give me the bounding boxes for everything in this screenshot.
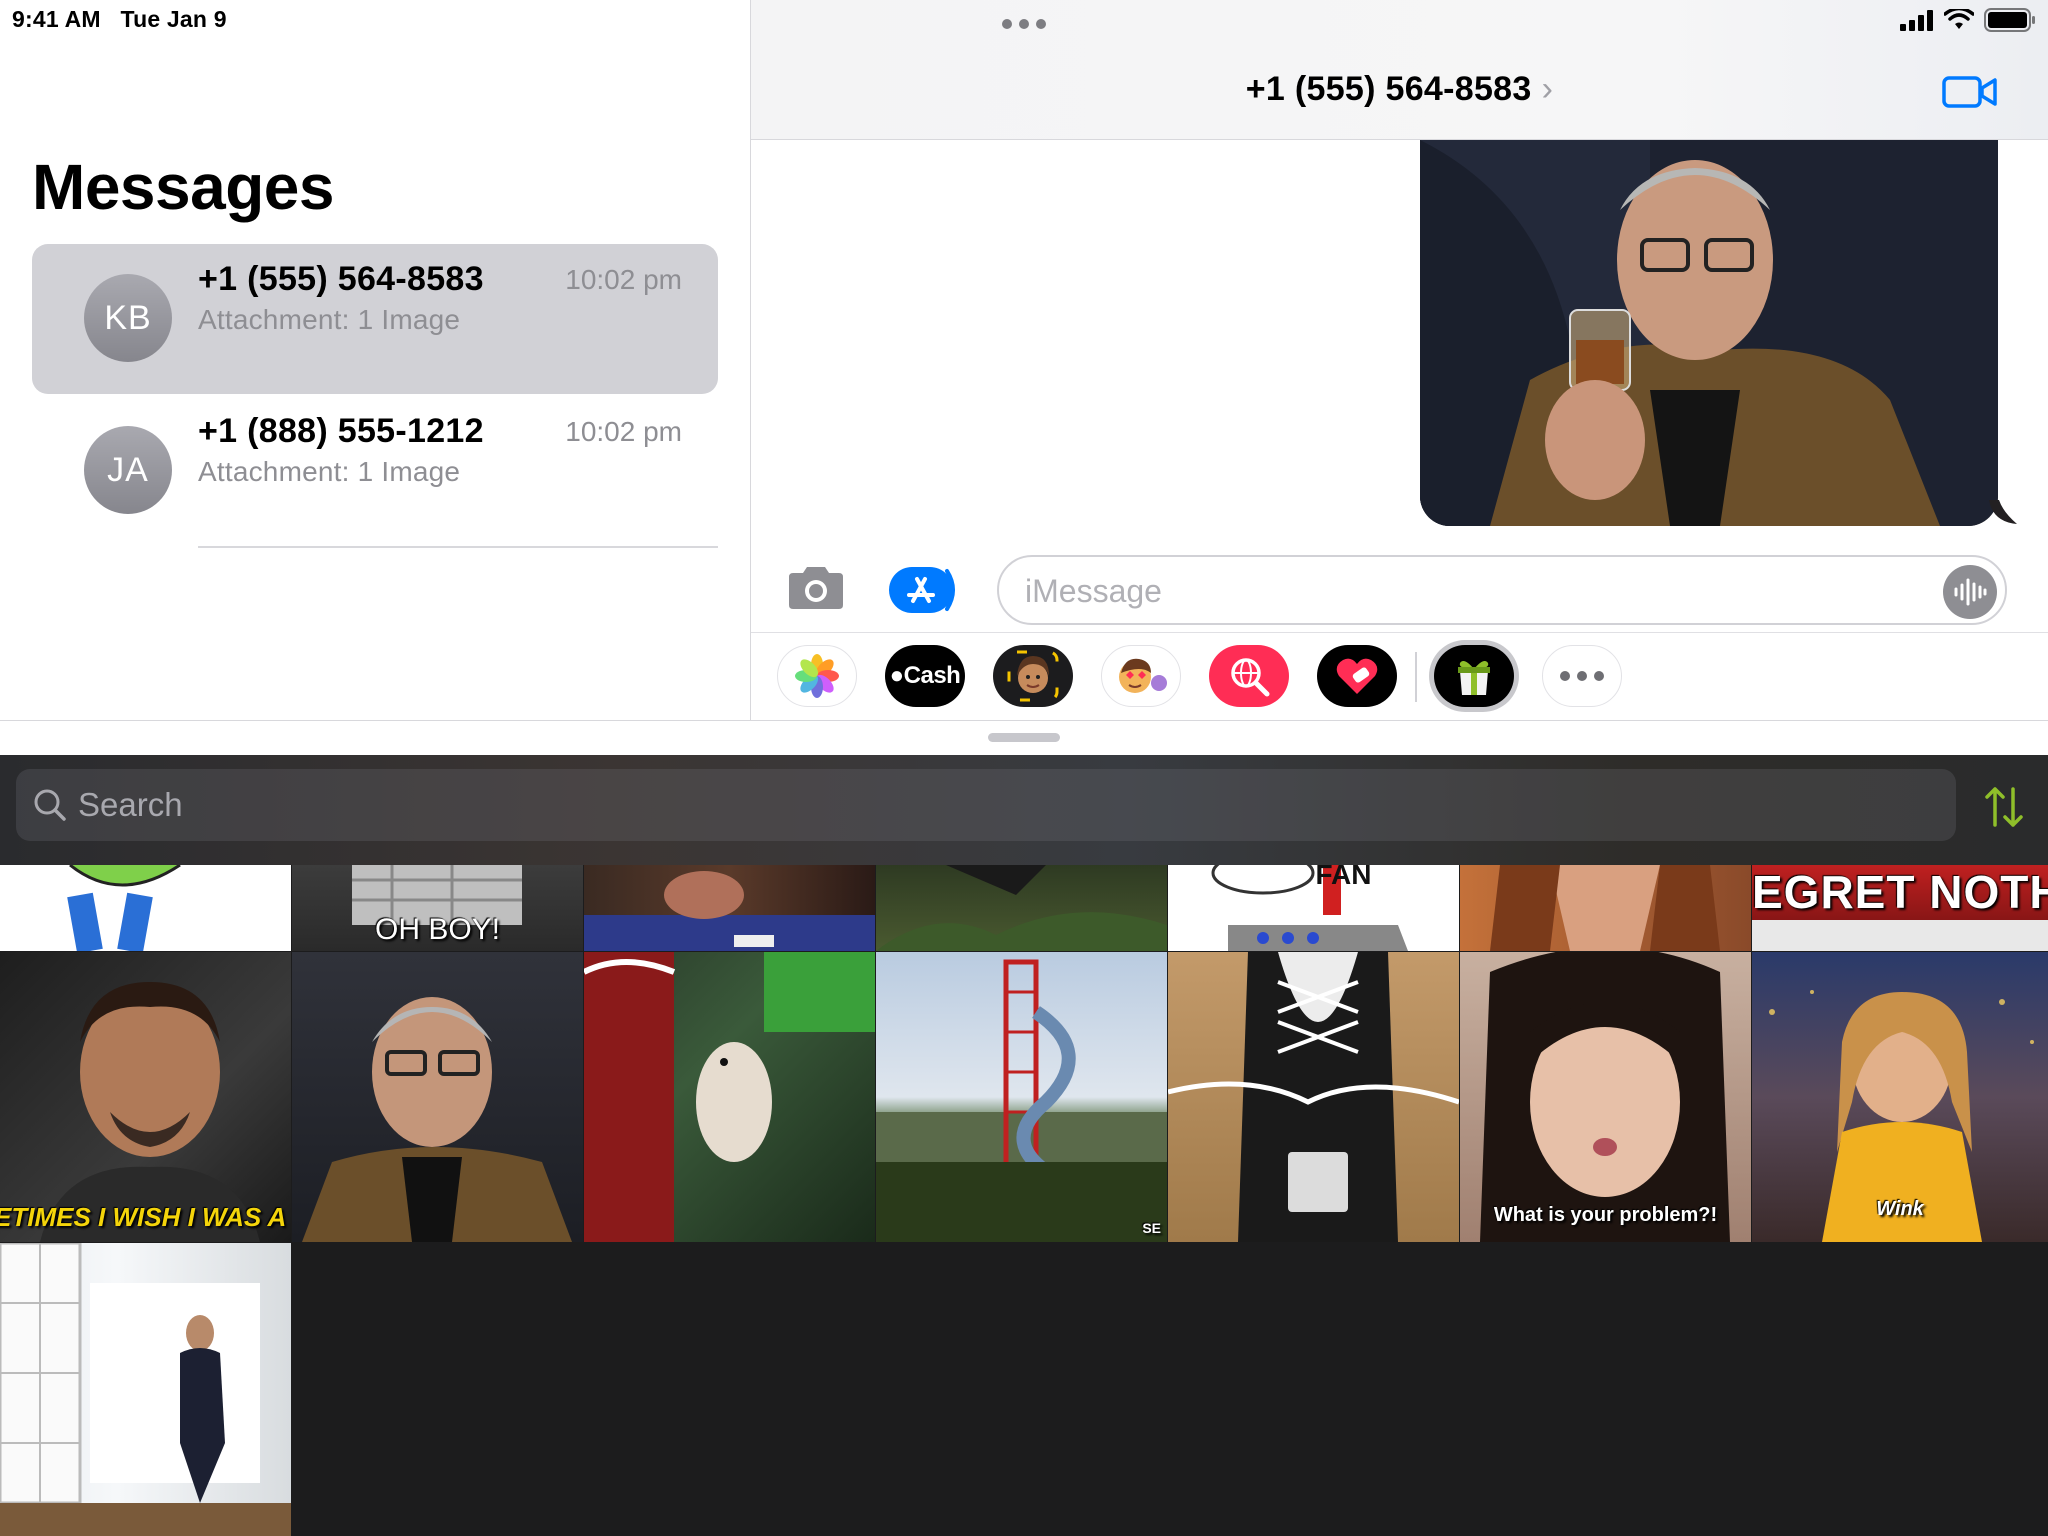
- gif-result-oh-boy[interactable]: OH BOY!: [292, 865, 583, 951]
- status-time: 9:41 AM Tue Jan 9: [12, 6, 227, 32]
- more-apps-icon[interactable]: [1542, 645, 1622, 707]
- gif-result-slide[interactable]: SE: [876, 952, 1167, 1242]
- gif-result-hamster[interactable]: [584, 952, 875, 1242]
- stickers-faces-icon: [1119, 658, 1167, 693]
- hands-image: [584, 871, 875, 951]
- list-divider: [198, 546, 718, 548]
- chevron-right-icon: ›: [1541, 70, 1554, 108]
- bubble-tail: [1989, 500, 2017, 524]
- contact-number: +1 (555) 564-8583: [1245, 70, 1532, 108]
- woman-bangs-image: [1480, 952, 1730, 1242]
- gif-caption: EGRET NOTH: [1752, 866, 2048, 918]
- gif-search-bar: [0, 755, 2048, 865]
- gif-result-shoelace[interactable]: [1168, 952, 1459, 1242]
- gif-drawer: OH BOY! FAN EGRET NOTH: [0, 755, 2048, 1536]
- divider: [1415, 652, 1417, 702]
- gif-result-problem[interactable]: What is your problem?!: [1460, 952, 1751, 1242]
- memoji-face-icon: [1007, 650, 1059, 702]
- app-store-button[interactable]: [889, 565, 961, 615]
- waveform-icon: [1954, 578, 1987, 606]
- gif-result-woman[interactable]: [1460, 865, 1751, 951]
- battery-icon: [1984, 8, 2035, 32]
- cartoon-figure-image: [67, 865, 181, 951]
- ellipsis-icon: [1560, 671, 1604, 681]
- conversation-preview: Attachment: 1 Image: [198, 304, 461, 335]
- multitasking-dots-icon[interactable]: [1001, 18, 1047, 30]
- conversation-pane: +1 (555) 564-8583 › iMessage ●Cash: [751, 0, 2048, 720]
- conversation-preview: Attachment: 1 Image: [198, 456, 461, 487]
- gif-caption: What is your problem?!: [1493, 1204, 1718, 1226]
- hamster-image: [584, 952, 875, 1242]
- gif-result-regret[interactable]: EGRET NOTH: [1752, 865, 2048, 951]
- gif-result-wink[interactable]: Wink: [1752, 952, 2048, 1242]
- page-title: Messages: [32, 151, 334, 223]
- gif-caption: FAN: [1315, 865, 1372, 890]
- drawer-grabber[interactable]: [988, 733, 1060, 742]
- gift-box-icon: [1458, 661, 1490, 695]
- cash-label: ●Cash: [889, 662, 961, 689]
- conversation-name: +1 (888) 555-1212: [198, 412, 484, 450]
- conversation-name: +1 (555) 564-8583: [198, 260, 484, 298]
- man-glasses-image: [302, 997, 572, 1242]
- sort-icon[interactable]: [1982, 785, 2026, 829]
- photos-app-icon[interactable]: [777, 645, 857, 707]
- gif-result-snow-door[interactable]: [0, 1243, 291, 1536]
- message-input[interactable]: [1025, 569, 1925, 613]
- gif-result-sometimes[interactable]: ETIMES I WISH I WAS A LI: [0, 952, 291, 1242]
- gif-result-hands[interactable]: [584, 865, 875, 951]
- conversation-row[interactable]: KB +1 (555) 564-8583 10:02 pm Attachment…: [32, 244, 718, 394]
- gif-search-input[interactable]: [78, 783, 1878, 827]
- gif-caption: SE: [1142, 1220, 1161, 1236]
- status-icons: [1900, 8, 2036, 32]
- grass-image: [876, 865, 1167, 951]
- audio-message-button[interactable]: [1943, 565, 1997, 619]
- drawer-handle-area: [0, 720, 2048, 755]
- camera-icon[interactable]: [785, 565, 847, 611]
- conversation-list-pane: 9:41 AM Tue Jan 9 Messages KB +1 (555) 5…: [0, 0, 750, 720]
- man-toasting-image: [1420, 140, 1998, 526]
- conversation-time: 10:02 pm: [565, 264, 682, 295]
- apple-cash-app-icon[interactable]: ●Cash: [885, 645, 965, 707]
- conversation-row[interactable]: JA +1 (888) 555-1212 10:02 pm Attachment…: [32, 396, 718, 546]
- search-icon: [34, 789, 66, 821]
- memoji-stickers-app-icon[interactable]: [1101, 645, 1181, 707]
- gif-caption: Wink: [1876, 1198, 1924, 1220]
- cellular-signal-icon: [1900, 10, 1933, 31]
- imessage-app-strip: ●Cash: [751, 640, 2048, 714]
- video-call-icon[interactable]: [1942, 74, 1998, 110]
- playground-slide-image: [876, 959, 1167, 1242]
- photos-flower-icon: [795, 654, 839, 698]
- wifi-icon: [1944, 9, 1974, 29]
- snow-doorway-image: [0, 1243, 291, 1536]
- gif-result-man-glasses[interactable]: [292, 952, 583, 1242]
- gif-result-grass[interactable]: [876, 865, 1167, 951]
- conversation-title[interactable]: +1 (555) 564-8583 ›: [751, 70, 2048, 109]
- gif-search-field[interactable]: [16, 769, 1956, 841]
- gif-caption: OH BOY!: [374, 913, 501, 946]
- digital-touch-app-icon[interactable]: [1317, 645, 1397, 707]
- images-search-app-icon[interactable]: [1209, 645, 1289, 707]
- gif-result-fan[interactable]: FAN: [1168, 865, 1459, 951]
- conversation-header: +1 (555) 564-8583 ›: [751, 0, 2048, 140]
- message-input-field[interactable]: [997, 555, 2007, 625]
- sneaker-image: [1168, 952, 1459, 1242]
- avatar: KB: [84, 274, 172, 362]
- gif-caption: ETIMES I WISH I WAS A LI: [0, 1202, 291, 1232]
- man-beard-image: [40, 982, 260, 1242]
- globe-search-icon: [1231, 658, 1270, 697]
- woman-image: [1490, 865, 1720, 951]
- sent-image-message[interactable]: [1420, 140, 1998, 526]
- memoji-app-icon[interactable]: [993, 645, 1073, 707]
- compose-bar: [751, 545, 2048, 635]
- app-store-icon: [889, 567, 955, 613]
- divider: [751, 632, 2048, 633]
- gif-app-icon[interactable]: [1434, 645, 1514, 707]
- avatar: JA: [84, 426, 172, 514]
- heart-touch-icon: [1336, 658, 1378, 694]
- conversation-time: 10:02 pm: [565, 416, 682, 447]
- gif-result-cartoon[interactable]: [0, 865, 291, 951]
